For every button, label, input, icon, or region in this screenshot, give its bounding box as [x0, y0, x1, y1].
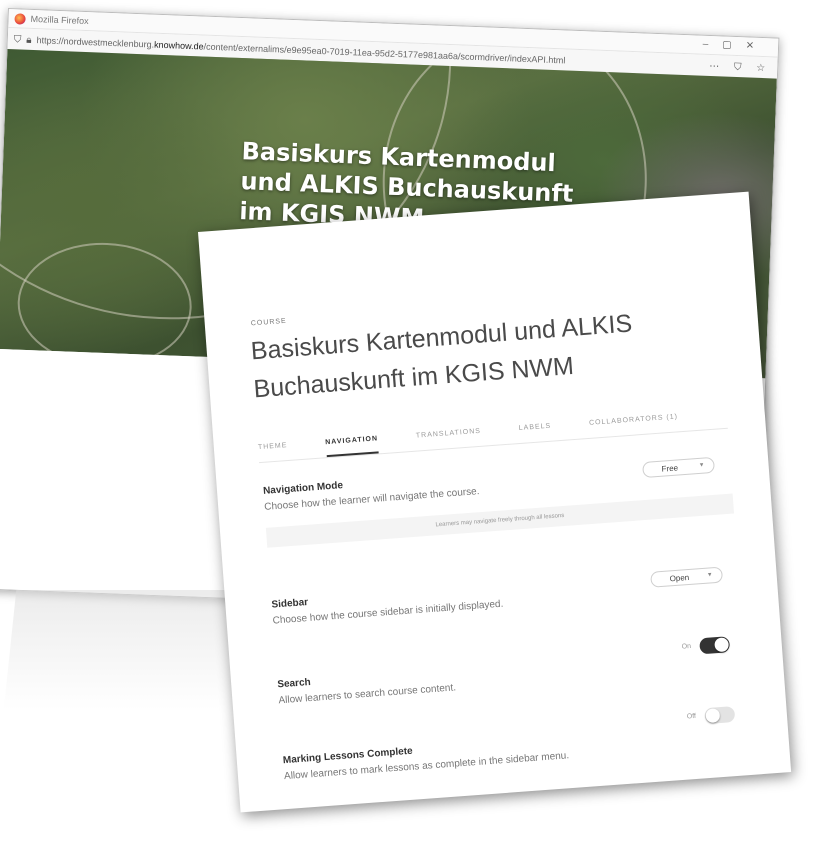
course-title: Basiskurs Kartenmodul und ALKIS Buchausk… — [249, 309, 634, 404]
tab-collaborators[interactable]: COLLABORATORS (1) — [588, 407, 679, 437]
toggle-knob — [705, 708, 721, 724]
sidebar-setting-title: Sidebar — [271, 596, 309, 611]
navigation-mode-select[interactable]: Free ▾ — [642, 456, 716, 479]
search-setting-title: Search — [276, 676, 312, 691]
window-reflection — [3, 590, 257, 710]
marking-toggle-state: Off — [686, 712, 697, 721]
toggle-knob — [714, 637, 730, 653]
window-title: Mozilla Firefox — [30, 13, 89, 27]
page-actions[interactable]: ⋯ ⛉ ☆ — [709, 60, 771, 73]
search-toggle[interactable] — [699, 636, 731, 655]
firefox-icon — [14, 12, 26, 25]
marking-complete-toggle[interactable] — [704, 706, 736, 725]
shield-icon: ⛉ — [13, 33, 22, 46]
window-controls[interactable]: –▢✕ — [703, 39, 769, 53]
tab-navigation[interactable]: NAVIGATION — [324, 429, 380, 458]
chevron-down-icon: ▾ — [707, 571, 712, 579]
tab-theme[interactable]: THEME — [257, 436, 288, 462]
course-settings-panel: COURSE Basiskurs Kartenmodul und ALKIS B… — [198, 191, 792, 813]
tab-labels[interactable]: LABELS — [518, 417, 552, 443]
chevron-down-icon: ▾ — [699, 461, 704, 469]
sidebar-select[interactable]: Open ▾ — [650, 566, 724, 588]
settings-tabs: THEME NAVIGATION TRANSLATIONS LABELS COL… — [257, 403, 728, 464]
search-toggle-state: On — [681, 643, 692, 651]
lock-icon: 🔒︎ — [26, 34, 32, 46]
course-label: COURSE — [250, 317, 287, 328]
navigation-mode-title: Navigation Mode — [262, 480, 344, 497]
tab-translations[interactable]: TRANSLATIONS — [415, 422, 482, 451]
